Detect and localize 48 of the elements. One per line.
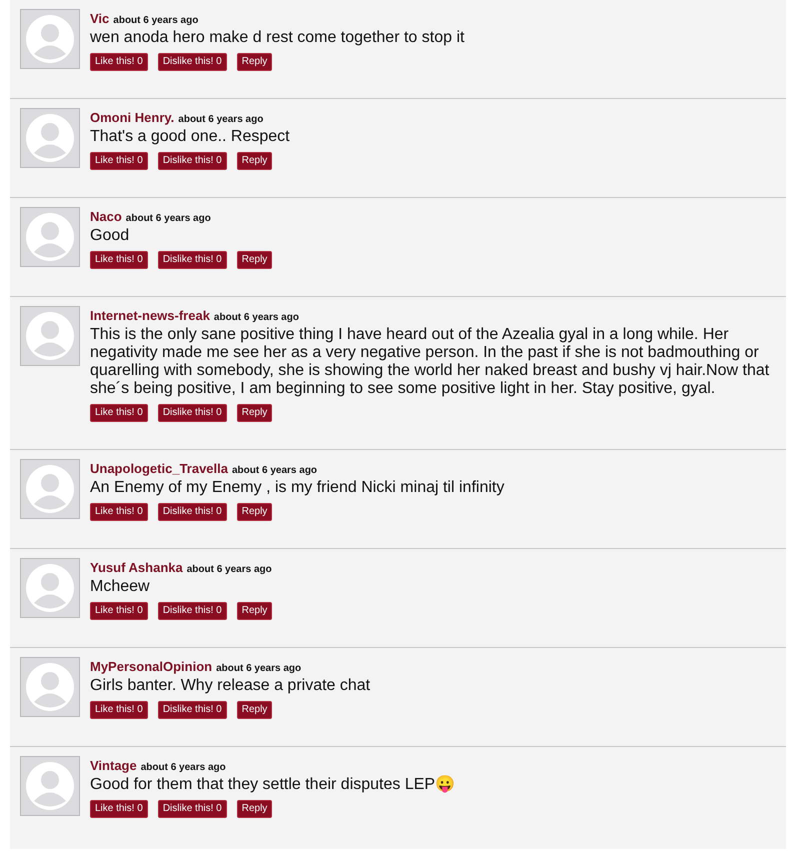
comment-time: about 6 years ago xyxy=(216,663,302,674)
comment-text: An Enemy of my Enemy , is my friend Nicki minaj til infinity xyxy=(90,479,506,497)
like-button[interactable]: Like this! 0 xyxy=(90,152,148,170)
comment-text: Good for them that they settle their disputes LEP😛 xyxy=(90,776,456,794)
reply-button[interactable]: Reply xyxy=(236,503,272,521)
comment-author[interactable]: Yusuf Ashanka xyxy=(90,560,183,575)
dislike-button[interactable]: Dislike this! 0 xyxy=(158,701,227,719)
comment-time: about 6 years ago xyxy=(186,564,272,575)
dislike-button[interactable]: Dislike this! 0 xyxy=(158,800,227,818)
comment-author[interactable]: Unapologetic_Travella xyxy=(90,461,228,476)
reply-button[interactable]: Reply xyxy=(236,251,272,269)
comment-time: about 6 years ago xyxy=(178,114,264,125)
like-button[interactable]: Like this! 0 xyxy=(90,53,148,71)
reply-button[interactable]: Reply xyxy=(236,701,272,719)
comment-text: Girls banter. Why release a private chat xyxy=(90,677,372,695)
comment-text: That's a good one.. Respect xyxy=(90,128,291,146)
dislike-button[interactable]: Dislike this! 0 xyxy=(158,53,227,71)
comment-time: about 6 years ago xyxy=(232,465,318,476)
dislike-button[interactable]: Dislike this! 0 xyxy=(158,404,227,422)
like-button[interactable]: Like this! 0 xyxy=(90,701,148,719)
like-button[interactable]: Like this! 0 xyxy=(90,800,148,818)
comment-time: about 6 years ago xyxy=(214,312,299,323)
comment-time: about 6 years ago xyxy=(126,213,211,224)
like-button[interactable]: Like this! 0 xyxy=(90,251,148,269)
reply-button[interactable]: Reply xyxy=(236,602,272,620)
comment-author[interactable]: Naco xyxy=(90,209,122,224)
like-button[interactable]: Like this! 0 xyxy=(90,602,148,620)
dislike-button[interactable]: Dislike this! 0 xyxy=(158,152,227,170)
comment-text: This is the only sane positive thing I have heard out of the Azealia gyal in a long while. Her negativity made me see her as a very negative person. In the past if she is not badmouthing or quarelling with somebody, she is showing the world her naked breast and bushy vj hair.Now that she´s being positive, I am beginning to see some positive light in her. Stay positive, gyal. xyxy=(90,326,770,398)
comment-text: wen anoda hero make d rest come together to stop it xyxy=(90,29,466,47)
like-button[interactable]: Like this! 0 xyxy=(90,503,148,521)
comment-author[interactable]: Omoni Henry. xyxy=(90,110,174,125)
dislike-button[interactable]: Dislike this! 0 xyxy=(158,602,227,620)
comment-time: about 6 years ago xyxy=(140,762,226,773)
dislike-button[interactable]: Dislike this! 0 xyxy=(158,251,227,269)
comment-author[interactable]: Vintage xyxy=(90,758,137,773)
comment-author[interactable]: Internet-news-freak xyxy=(90,308,210,323)
reply-button[interactable]: Reply xyxy=(236,800,272,818)
reply-button[interactable]: Reply xyxy=(236,53,272,71)
comment-author[interactable]: MyPersonalOpinion xyxy=(90,659,212,674)
comment-time: about 6 years ago xyxy=(113,15,198,26)
reply-button[interactable]: Reply xyxy=(236,404,272,422)
comment-text: Mcheew xyxy=(90,578,151,596)
like-button[interactable]: Like this! 0 xyxy=(90,404,148,422)
comment-author[interactable]: Vic xyxy=(90,11,110,26)
comment-text: Good xyxy=(90,227,130,245)
reply-button[interactable]: Reply xyxy=(236,152,272,170)
dislike-button[interactable]: Dislike this! 0 xyxy=(158,503,227,521)
